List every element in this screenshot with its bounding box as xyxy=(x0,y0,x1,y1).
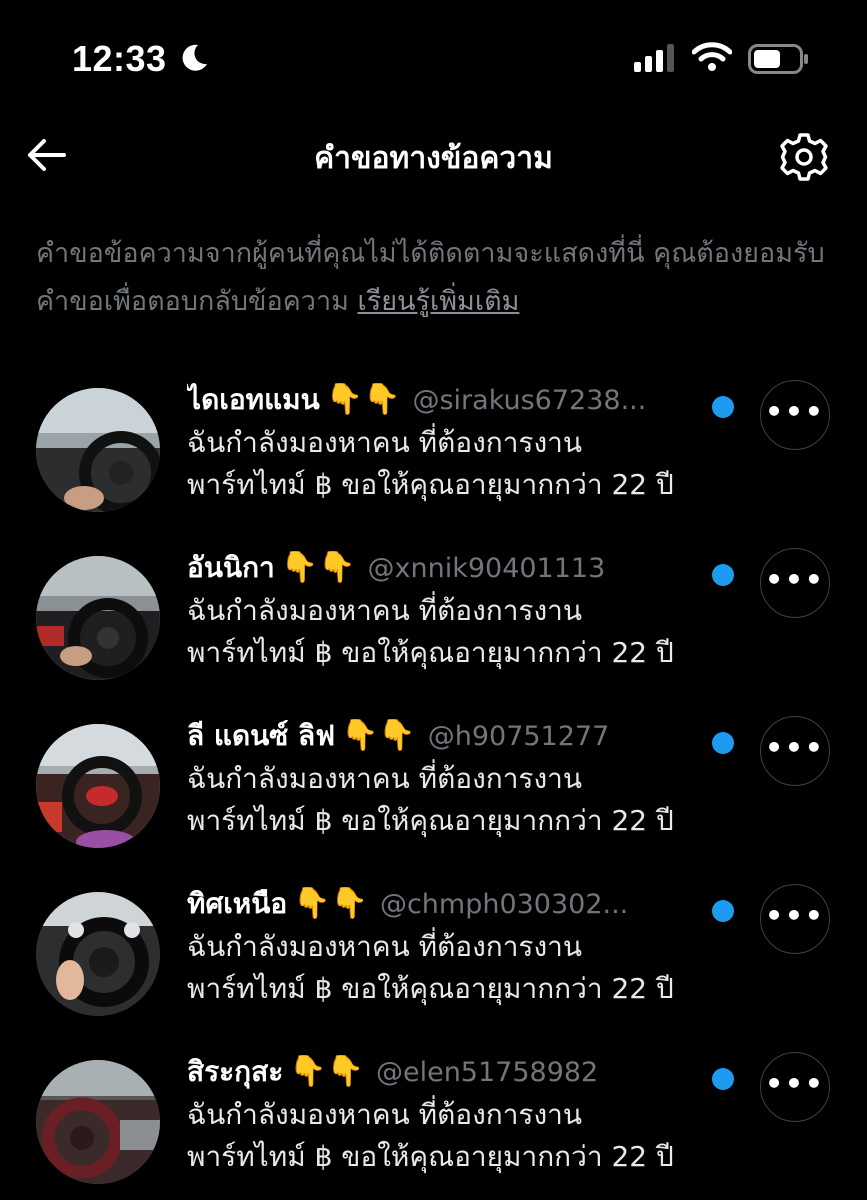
message-preview-line2: พาร์ทไทม์ ฿ ขอให้คุณอายุมากกว่า 22 ปี xyxy=(187,468,674,501)
pointing-down-emoji: 👇👇 xyxy=(341,718,416,753)
message-preview-line1: ฉันกำลังมองหาคน ที่ต้องการงาน xyxy=(187,1098,582,1131)
sender-name: ไดเอทแมน xyxy=(187,383,320,416)
avatar[interactable] xyxy=(36,1060,160,1184)
more-icon: ••• xyxy=(765,899,825,932)
learn-more-link[interactable]: เรียนรู้เพิ่มเติม xyxy=(358,286,520,317)
status-bar: 12:33 xyxy=(0,0,867,110)
avatar[interactable] xyxy=(36,388,160,512)
more-options-button[interactable]: ••• xyxy=(760,884,830,954)
message-request-row[interactable]: ทิศเหนือ 👇👇 @chmph030302... ฉันกำลังมองหาค… xyxy=(0,882,867,1032)
avatar[interactable] xyxy=(36,556,160,680)
unread-dot xyxy=(712,732,734,754)
pointing-down-emoji: 👇👇 xyxy=(280,550,356,585)
message-preview-line1: ฉันกำลังมองหาคน ที่ต้องการงาน xyxy=(187,426,582,459)
more-icon: ••• xyxy=(765,731,825,764)
message-preview-line1: ฉันกำลังมองหาคน ที่ต้องการงาน xyxy=(187,594,582,627)
avatar[interactable] xyxy=(36,892,160,1016)
more-icon: ••• xyxy=(765,1067,825,1100)
sender-name: ทิศเหนือ xyxy=(187,887,288,920)
message-preview-line1: ฉันกำลังมองหาคน ที่ต้องการงาน xyxy=(187,930,582,963)
request-content: ไดเอทแมน 👇👇 @sirakus67238... ฉันกำลังมองหา… xyxy=(187,378,747,506)
more-options-button[interactable]: ••• xyxy=(760,380,830,450)
message-preview-line1: ฉันกำลังมองหาคน ที่ต้องการงาน xyxy=(187,762,582,795)
avatar-steering-wheel-image xyxy=(36,724,160,848)
sender-name: สิระกุสะ xyxy=(187,1055,284,1088)
request-content: สิระกุสะ 👇👇 @elen51758982 ฉันกำลังมองหาคน … xyxy=(187,1050,747,1178)
message-request-row[interactable]: ไดเอทแมน 👇👇 @sirakus67238... ฉันกำลังมองหา… xyxy=(0,378,867,528)
unread-dot xyxy=(712,396,734,418)
message-request-row[interactable]: อันนิกา 👇👇 @xnnik90401113 ฉันกำลังมองหาคน … xyxy=(0,546,867,696)
more-icon: ••• xyxy=(765,563,825,596)
message-request-row[interactable]: ลี แดนซ์ ลิฟ 👇👇 @h90751277 ฉันกำลังมองหาคน… xyxy=(0,714,867,864)
message-requests-info: คำขอข้อความจากผู้คนที่คุณไม่ได้ติดตามจะแ… xyxy=(36,230,836,326)
cellular-signal-icon xyxy=(634,44,674,72)
sender-handle: @elen51758982 xyxy=(375,1057,599,1088)
more-options-button[interactable]: ••• xyxy=(760,1052,830,1122)
sender-handle: @h90751277 xyxy=(427,721,610,752)
unread-dot xyxy=(712,900,734,922)
avatar-steering-wheel-image xyxy=(36,1060,160,1184)
message-preview-line2: พาร์ทไทม์ ฿ ขอให้คุณอายุมากกว่า 22 ปี xyxy=(187,636,674,669)
more-icon: ••• xyxy=(765,395,825,428)
sender-name: ลี แดนซ์ ลิฟ xyxy=(187,719,336,752)
avatar[interactable] xyxy=(36,724,160,848)
message-preview-line2: พาร์ทไทม์ ฿ ขอให้คุณอายุมากกว่า 22 ปี xyxy=(187,1140,674,1173)
request-content: ทิศเหนือ 👇👇 @chmph030302... ฉันกำลังมองหาค… xyxy=(187,882,747,1010)
battery-icon xyxy=(748,44,808,74)
message-preview-line2: พาร์ทไทม์ ฿ ขอให้คุณอายุมากกว่า 22 ปี xyxy=(187,972,674,1005)
avatar-steering-wheel-image xyxy=(36,892,160,1016)
pointing-down-emoji: 👇👇 xyxy=(289,1054,364,1089)
moon-icon xyxy=(182,44,207,71)
sender-name: อันนิกา xyxy=(187,551,275,584)
message-request-row[interactable]: สิระกุสะ 👇👇 @elen51758982 ฉันกำลังมองหาคน … xyxy=(0,1050,867,1200)
status-time: 12:33 xyxy=(72,38,167,79)
pointing-down-emoji: 👇👇 xyxy=(293,886,368,921)
sender-handle: @sirakus67238... xyxy=(412,385,647,416)
sender-handle: @chmph030302... xyxy=(379,889,629,920)
settings-button[interactable] xyxy=(778,131,830,183)
avatar-steering-wheel-image xyxy=(36,556,160,680)
gear-icon xyxy=(780,133,828,181)
message-preview-line2: พาร์ทไทม์ ฿ ขอให้คุณอายุมากกว่า 22 ปี xyxy=(187,804,674,837)
unread-dot xyxy=(712,564,734,586)
more-options-button[interactable]: ••• xyxy=(760,716,830,786)
avatar-steering-wheel-image xyxy=(36,388,160,512)
pointing-down-emoji: 👇👇 xyxy=(325,382,401,417)
more-options-button[interactable]: ••• xyxy=(760,548,830,618)
page-title: คำขอทางข้อความ xyxy=(314,141,553,176)
unread-dot xyxy=(712,1068,734,1090)
request-content: อันนิกา 👇👇 @xnnik90401113 ฉันกำลังมองหาคน … xyxy=(187,546,747,674)
sender-handle: @xnnik90401113 xyxy=(367,553,606,584)
header: คำขอทางข้อความ xyxy=(0,115,867,195)
request-content: ลี แดนซ์ ลิฟ 👇👇 @h90751277 ฉันกำลังมองหาคน… xyxy=(187,714,747,842)
wifi-icon xyxy=(692,42,732,71)
